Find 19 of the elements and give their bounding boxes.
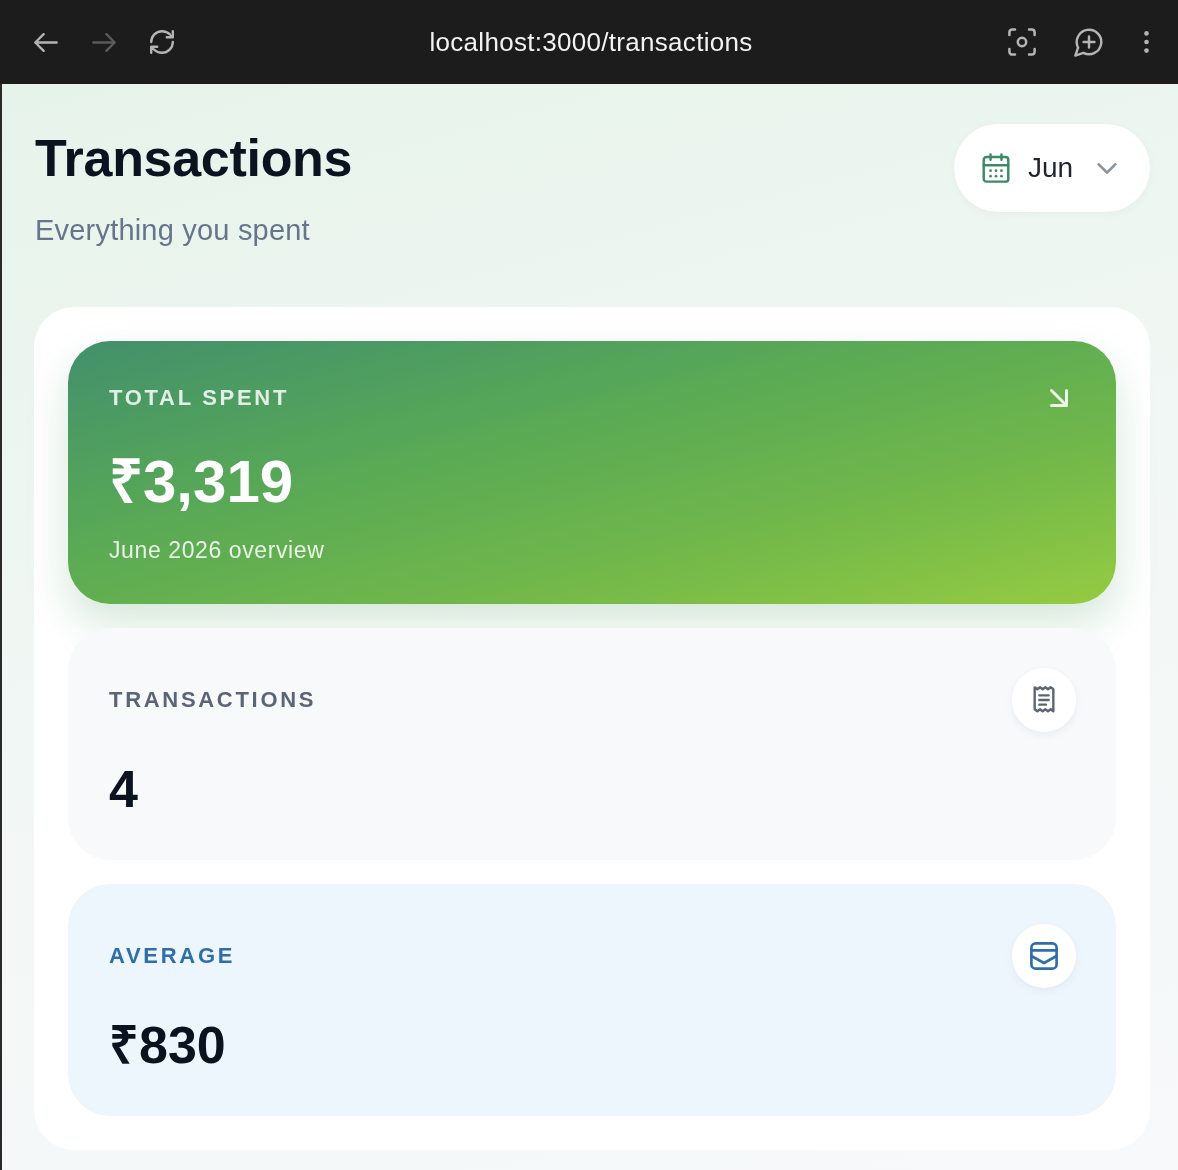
calendar-icon [982, 153, 1010, 183]
stat-label: TOTAL SPENT [109, 384, 290, 412]
reload-icon[interactable] [150, 30, 174, 54]
stat-caption: June 2026 overview [109, 536, 326, 565]
stat-value: ₹3,319 [109, 449, 295, 515]
chevron-down-icon [1097, 162, 1118, 174]
back-icon[interactable] [34, 32, 58, 52]
chat-plus-icon[interactable] [1074, 27, 1104, 57]
menu-icon[interactable] [1144, 31, 1149, 53]
arrow-down-right-icon [1050, 389, 1068, 407]
address-bar-url[interactable]: localhost:3000/transactions [429, 26, 753, 58]
month-picker[interactable]: Jun [954, 124, 1150, 212]
page-subtitle: Everything you spent [35, 213, 311, 248]
stat-value: ₹830 [109, 1015, 227, 1075]
page-title: Transactions [35, 128, 353, 188]
stat-value: 4 [109, 759, 139, 819]
stat-label: TRANSACTIONS [109, 686, 317, 714]
stat-label: AVERAGE [109, 942, 236, 970]
viewfinder-icon[interactable] [1008, 28, 1036, 56]
